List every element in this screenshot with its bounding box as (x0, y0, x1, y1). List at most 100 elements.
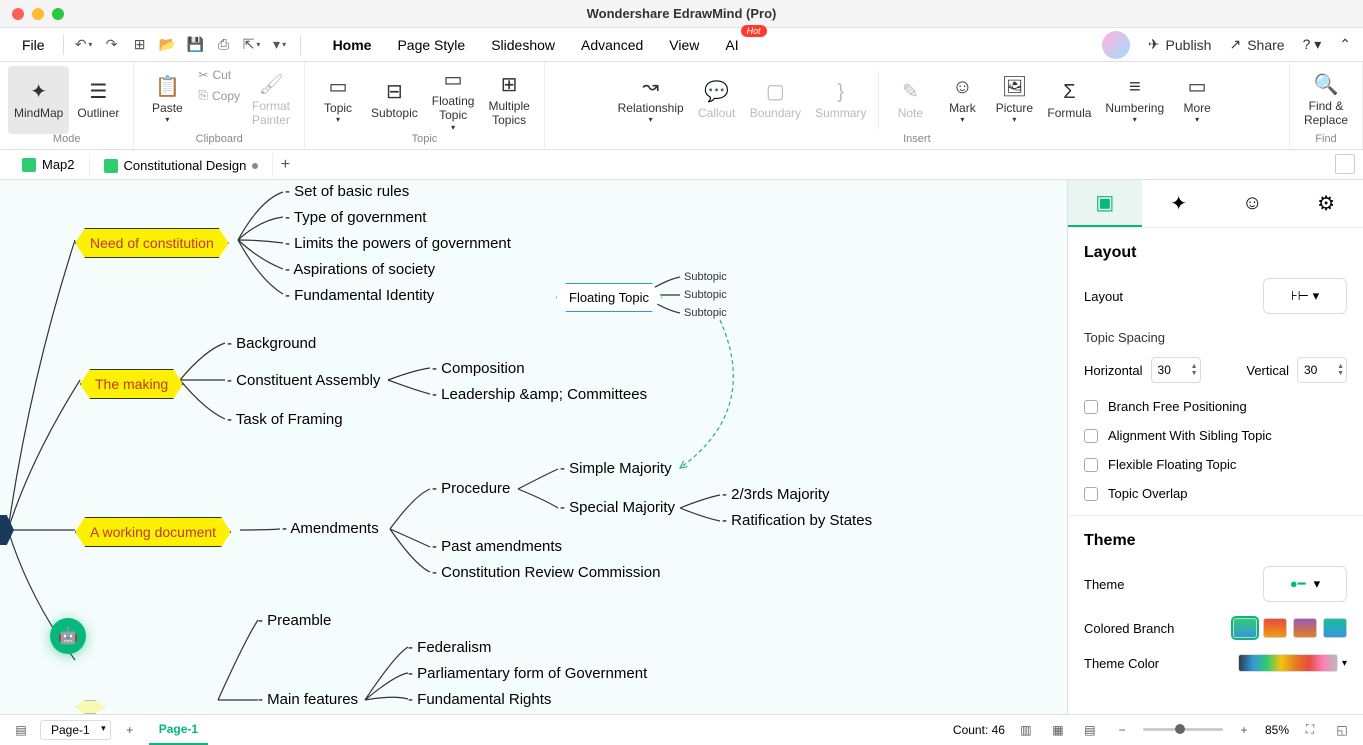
node-text[interactable]: Subtopic (684, 271, 727, 283)
node-text[interactable]: - Ratification by States (722, 512, 872, 529)
node-text[interactable]: - Fundamental Identity (285, 287, 434, 304)
node-text[interactable]: - Procedure (432, 480, 510, 497)
root-node-edge[interactable] (0, 515, 14, 545)
side-panel-toggle[interactable] (1335, 154, 1355, 174)
save-button[interactable]: 💾 (184, 33, 208, 57)
vertical-input[interactable]: 30▲▼ (1297, 357, 1347, 383)
summary-button[interactable]: }Summary (809, 66, 872, 134)
paste-button[interactable]: 📋Paste (142, 66, 192, 134)
node-working[interactable]: A working document (75, 517, 231, 547)
file-menu[interactable]: File (12, 33, 55, 57)
view-mode-3[interactable]: ▤ (1079, 719, 1101, 741)
node-text[interactable]: Subtopic (684, 307, 727, 319)
topic-button[interactable]: ▭Topic (313, 66, 363, 134)
tab-slideshow[interactable]: Slideshow (487, 31, 559, 59)
zoom-slider[interactable] (1143, 728, 1223, 731)
more-quick-button[interactable]: ▾ (268, 33, 292, 57)
more-insert-button[interactable]: ▭More (1172, 66, 1222, 134)
node-text[interactable]: - 2/3rds Majority (722, 486, 830, 503)
node-text[interactable]: - Type of government (285, 209, 426, 226)
share-button[interactable]: ↗ Share (1229, 36, 1284, 53)
view-mode-2[interactable]: ▦ (1047, 719, 1069, 741)
overlap-checkbox[interactable] (1084, 487, 1098, 501)
swatch-3[interactable] (1293, 618, 1317, 638)
numbering-button[interactable]: ≡Numbering (1099, 66, 1170, 134)
view-mode-1[interactable]: ▥ (1015, 719, 1037, 741)
node-text[interactable]: - Fundamental Rights (408, 691, 551, 708)
node-text[interactable]: - Federalism (408, 639, 491, 656)
node-text[interactable]: - Composition (432, 360, 525, 377)
sp-tab-settings[interactable]: ⚙ (1289, 180, 1363, 227)
callout-button[interactable]: 💬Callout (692, 66, 742, 134)
node-text[interactable]: - Constituent Assembly (227, 372, 380, 389)
tab-advanced[interactable]: Advanced (577, 31, 647, 59)
sp-tab-icons[interactable]: ☺ (1216, 180, 1290, 227)
node-text[interactable]: - Task of Framing (227, 411, 343, 428)
print-button[interactable]: ⎙ (212, 33, 236, 57)
node-text[interactable]: Subtopic (684, 289, 727, 301)
help-button[interactable]: ? ▾ (1303, 36, 1322, 53)
new-button[interactable]: ⊞ (128, 33, 152, 57)
note-button[interactable]: ✎Note (885, 66, 935, 134)
formula-button[interactable]: ΣFormula (1041, 66, 1097, 134)
node-text[interactable]: - Past amendments (432, 538, 562, 555)
zoom-out-button[interactable]: − (1111, 719, 1133, 741)
copy-button[interactable]: ⎘ Copy (194, 86, 244, 105)
theme-selector[interactable]: ●━ ▾ (1263, 566, 1347, 602)
maximize-window-button[interactable] (52, 8, 64, 20)
floating-topic-node[interactable]: Floating Topic (556, 283, 662, 312)
flex-float-checkbox[interactable] (1084, 458, 1098, 472)
redo-button[interactable]: ↷ (100, 33, 124, 57)
close-window-button[interactable] (12, 8, 24, 20)
find-replace-button[interactable]: 🔍Find & Replace (1298, 66, 1354, 134)
node-text[interactable]: - Main features (258, 691, 358, 708)
node-text[interactable]: - Special Majority (560, 499, 675, 516)
sp-tab-layout[interactable]: ▣ (1068, 180, 1142, 227)
node-text[interactable]: - Set of basic rules (285, 183, 409, 200)
tab-home[interactable]: Home (329, 31, 376, 59)
page-selector[interactable]: Page-1 (40, 720, 111, 740)
export-button[interactable]: ⇱ (240, 33, 264, 57)
outliner-mode-button[interactable]: ☰Outliner (71, 66, 125, 134)
horizontal-input[interactable]: 30▲▼ (1151, 357, 1201, 383)
publish-button[interactable]: ✈ Publish (1148, 36, 1212, 53)
node-text[interactable]: - Amendments (282, 520, 379, 537)
node-text[interactable]: - Aspirations of society (285, 261, 435, 278)
minimize-window-button[interactable] (32, 8, 44, 20)
page-tab-1[interactable]: Page-1 (149, 715, 208, 745)
mindmap-mode-button[interactable]: ✦MindMap (8, 66, 69, 134)
sp-tab-style[interactable]: ✦ (1142, 180, 1216, 227)
mark-button[interactable]: ☺Mark (937, 66, 987, 134)
picture-button[interactable]: 🖼Picture (989, 66, 1039, 134)
fullscreen-button[interactable]: ⛶ (1299, 719, 1321, 741)
node-text[interactable]: - Parliamentary form of Government (408, 665, 647, 682)
doc-tab-constitutional[interactable]: Constitutional Design (90, 152, 274, 177)
theme-color-picker[interactable] (1238, 654, 1338, 672)
add-page-button[interactable]: + (119, 719, 141, 741)
zoom-in-button[interactable]: + (1233, 719, 1255, 741)
user-avatar[interactable] (1102, 31, 1130, 59)
node-text[interactable]: - Leadership &amp; Committees (432, 386, 647, 403)
node-text[interactable]: - Constitution Review Commission (432, 564, 660, 581)
add-tab-button[interactable]: + (273, 156, 297, 174)
tab-ai[interactable]: AI Hot (721, 31, 742, 59)
tab-page-style[interactable]: Page Style (393, 31, 469, 59)
node-text[interactable]: - Background (227, 335, 316, 352)
open-button[interactable]: 📂 (156, 33, 180, 57)
multiple-topics-button[interactable]: ⊞Multiple Topics (482, 66, 535, 134)
node-text[interactable]: - Simple Majority (560, 460, 672, 477)
node-text[interactable]: - Preamble (258, 612, 331, 629)
swatch-1[interactable] (1233, 618, 1257, 638)
format-painter-button[interactable]: 🖌Format Painter (246, 66, 296, 134)
undo-button[interactable]: ↶ (72, 33, 96, 57)
node-features-partial[interactable] (75, 700, 105, 714)
relationship-button[interactable]: ↝Relationship (612, 66, 690, 134)
canvas[interactable]: Need of constitution - Set of basic rule… (0, 180, 1067, 714)
tab-view[interactable]: View (665, 31, 703, 59)
swatch-2[interactable] (1263, 618, 1287, 638)
align-sibling-checkbox[interactable] (1084, 429, 1098, 443)
ai-assistant-button[interactable]: 🤖 (50, 618, 86, 654)
branch-free-checkbox[interactable] (1084, 400, 1098, 414)
subtopic-button[interactable]: ⊟Subtopic (365, 66, 424, 134)
node-text[interactable]: - Limits the powers of government (285, 235, 511, 252)
